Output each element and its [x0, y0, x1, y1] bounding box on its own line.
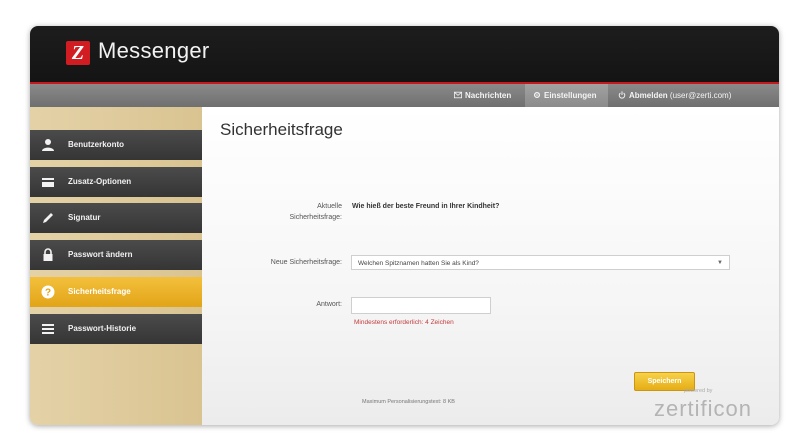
- sidebar-item-label: Passwort ändern: [68, 250, 133, 259]
- page-title: Sicherheitsfrage: [220, 120, 343, 139]
- sidebar-item-options[interactable]: Zusatz-Optionen: [30, 167, 202, 197]
- nav-logout-label: Abmelden: [629, 91, 668, 100]
- new-question-select[interactable]: Welchen Spitznamen hatten Sie als Kind? …: [351, 255, 730, 270]
- sidebar: Benutzerkonto Zusatz-Optionen Signatur P…: [30, 107, 215, 425]
- sidebar-item-security-question[interactable]: ? Sicherheitsfrage: [30, 277, 215, 307]
- nav-settings[interactable]: Einstellungen: [525, 84, 608, 107]
- svg-text:?: ?: [45, 288, 51, 299]
- powered-by: powered by: [684, 388, 713, 394]
- top-navbar: Nachrichten Einstellungen Abmelden (user…: [30, 84, 779, 107]
- brand-logo: zertificon: [654, 396, 753, 421]
- pen-icon: [43, 213, 53, 223]
- list-icon: [42, 324, 54, 334]
- new-question-label: Neue Sicherheitsfrage:: [270, 259, 342, 266]
- answer-label: Antwort:: [316, 301, 342, 308]
- sidebar-item-change-password[interactable]: Passwort ändern: [30, 240, 202, 270]
- nav-settings-label: Einstellungen: [544, 91, 597, 100]
- new-question-selected: Welchen Spitznamen hatten Sie als Kind?: [358, 260, 479, 267]
- nav-logout[interactable]: Abmelden (user@zerti.com): [618, 84, 731, 107]
- sidebar-item-label: Benutzerkonto: [68, 140, 124, 149]
- sidebar-item-account[interactable]: Benutzerkonto: [30, 130, 202, 160]
- user-email: (user@zerti.com): [669, 91, 732, 100]
- sidebar-item-label: Zusatz-Optionen: [68, 177, 132, 186]
- current-question-label: Aktuelle Sicherheitsfrage:: [262, 203, 342, 221]
- lock-icon: [43, 248, 53, 261]
- nav-news-label: Nachrichten: [465, 91, 512, 100]
- sidebar-item-label: Signatur: [68, 213, 101, 222]
- app-title: Messenger: [98, 38, 210, 63]
- nav-news[interactable]: Nachrichten: [454, 84, 511, 107]
- sidebar-item-label: Sicherheitsfrage: [68, 287, 131, 296]
- sidebar-item-signature[interactable]: Signatur: [30, 203, 202, 233]
- power-icon: [618, 91, 626, 99]
- sidebar-item-password-history[interactable]: Passwort-Historie: [30, 314, 202, 344]
- footer-text: Maximum Personalisierungstext: 8 KB: [362, 399, 455, 405]
- current-question-value: Wie hieß der beste Freund in Ihrer Kindh…: [352, 203, 500, 210]
- header: Z Messenger: [30, 26, 779, 84]
- app-window: Z Messenger Nachrichten Einstellungen Ab…: [30, 26, 779, 425]
- sidebar-item-label: Passwort-Historie: [68, 324, 137, 333]
- current-question-label-line2: Sicherheitsfrage:: [289, 214, 342, 221]
- current-question-label-line1: Aktuelle: [317, 203, 342, 210]
- envelope-icon: [454, 91, 462, 99]
- answer-hint: Mindestens erforderlich: 4 Zeichen: [354, 319, 454, 326]
- logo-icon: Z: [66, 41, 90, 65]
- gear-icon: [533, 91, 541, 99]
- question-icon: ?: [41, 285, 55, 299]
- user-icon: [42, 139, 54, 151]
- chevron-down-icon: ▼: [717, 260, 723, 266]
- answer-input[interactable]: [351, 297, 491, 314]
- card-icon: [42, 178, 54, 187]
- main-content: Sicherheitsfrage Aktuelle Sicherheitsfra…: [202, 107, 779, 425]
